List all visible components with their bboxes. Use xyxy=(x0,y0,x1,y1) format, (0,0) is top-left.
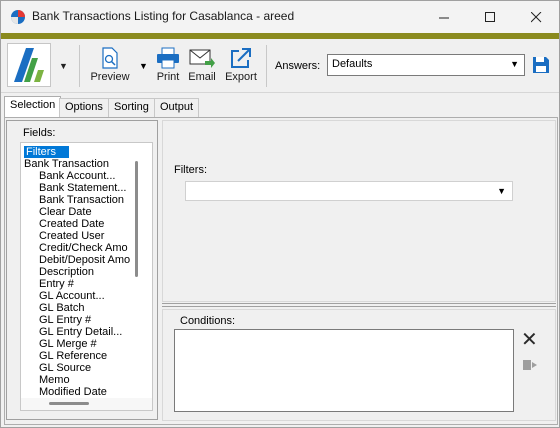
tree-item[interactable]: Filters xyxy=(24,146,69,158)
tree-item[interactable]: GL Batch xyxy=(39,302,147,314)
tree-item[interactable]: Description xyxy=(39,266,147,278)
app-logo-icon xyxy=(14,48,44,82)
tree-item[interactable]: Bank Transaction xyxy=(24,158,109,170)
printer-icon xyxy=(157,47,179,69)
tree-item[interactable]: Bank Statement... xyxy=(39,182,147,194)
chevron-down-icon: ▼ xyxy=(497,186,506,196)
tree-item[interactable]: Clear Date xyxy=(39,206,147,218)
maximize-button[interactable] xyxy=(467,1,513,33)
tree-item[interactable]: GL Source xyxy=(39,362,147,374)
tree-item[interactable]: GL Entry # xyxy=(39,314,147,326)
preview-label: Preview xyxy=(90,71,130,83)
close-icon xyxy=(530,11,541,22)
tab-sorting[interactable]: Sorting xyxy=(108,98,155,117)
toolbar-separator xyxy=(79,45,80,87)
tree-item[interactable]: Memo xyxy=(39,374,147,386)
close-button[interactable] xyxy=(513,1,559,33)
fields-tree[interactable]: Modified Date Memo GL Source GL Reference GL… xyxy=(20,142,153,411)
export-label: Export xyxy=(225,71,257,83)
report-window: Bank Transactions Listing for Casablanca… xyxy=(0,0,560,428)
tree-item[interactable]: Created User xyxy=(39,230,147,242)
export-button[interactable]: Export xyxy=(223,47,259,83)
filters-dropdown[interactable]: ▼ xyxy=(185,181,513,201)
answers-value: Defaults xyxy=(332,58,373,70)
horizontal-scrollbar[interactable] xyxy=(49,402,89,405)
tab-strip: Selection Options Sorting Output xyxy=(1,96,559,118)
chevron-down-icon: ▼ xyxy=(510,59,519,69)
horizontal-scrollbar-track xyxy=(21,398,152,410)
fields-label: Fields: xyxy=(23,127,56,139)
maximize-icon xyxy=(484,11,495,22)
tree-item[interactable]: GL Entry Detail... xyxy=(39,326,147,338)
conditions-textbox[interactable] xyxy=(174,329,514,412)
print-label: Print xyxy=(156,71,180,83)
tree-item[interactable]: GL Reference xyxy=(39,350,147,362)
filters-label: Filters: xyxy=(174,164,207,176)
edit-condition-icon[interactable] xyxy=(522,358,538,372)
tree-item[interactable]: GL Account... xyxy=(39,290,147,302)
answers-label: Answers: xyxy=(275,60,321,72)
preview-icon xyxy=(102,47,118,69)
vertical-scrollbar[interactable] xyxy=(135,161,138,277)
tab-options[interactable]: Options xyxy=(59,98,109,117)
tree-item[interactable]: Bank Account... xyxy=(39,170,147,182)
filters-area xyxy=(162,120,556,302)
app-icon xyxy=(11,10,25,24)
tree-item[interactable]: Created Date xyxy=(39,218,147,230)
answers-dropdown[interactable]: Defaults ▼ xyxy=(327,54,525,76)
preview-button[interactable]: Preview xyxy=(89,47,131,83)
tab-output[interactable]: Output xyxy=(154,98,200,117)
tab-selection[interactable]: Selection xyxy=(4,96,62,118)
app-logo-button[interactable] xyxy=(7,43,51,87)
email-button[interactable]: Email xyxy=(187,47,217,83)
tree-item[interactable]: Modified Date xyxy=(39,386,147,398)
tree-item[interactable]: Bank Transaction xyxy=(39,194,147,206)
minimize-button[interactable] xyxy=(421,1,467,33)
print-button[interactable]: Print xyxy=(154,47,182,83)
tree-item[interactable]: Entry # xyxy=(39,278,147,290)
delete-condition-icon[interactable]: ✕ xyxy=(521,330,538,350)
tree-item[interactable]: GL Merge # xyxy=(39,338,147,350)
save-answers-icon[interactable] xyxy=(532,56,550,74)
conditions-label: Conditions: xyxy=(180,315,236,327)
logo-dropdown-icon[interactable]: ▼ xyxy=(59,61,68,71)
window-title: Bank Transactions Listing for Casablanca… xyxy=(32,9,295,23)
splitter[interactable] xyxy=(162,303,556,307)
preview-dropdown-icon[interactable]: ▼ xyxy=(139,61,148,71)
email-icon xyxy=(189,49,215,68)
tree-item[interactable]: Credit/Check Amo xyxy=(39,242,147,254)
export-icon xyxy=(231,48,251,68)
minimize-icon xyxy=(438,17,449,18)
toolbar: ▼ Preview ▼ Print Email Export Answers: … xyxy=(1,39,559,93)
email-label: Email xyxy=(188,71,216,83)
title-bar[interactable]: Bank Transactions Listing for Casablanca… xyxy=(1,1,559,33)
toolbar-separator xyxy=(266,45,267,87)
tree-item[interactable]: Debit/Deposit Amo xyxy=(39,254,147,266)
